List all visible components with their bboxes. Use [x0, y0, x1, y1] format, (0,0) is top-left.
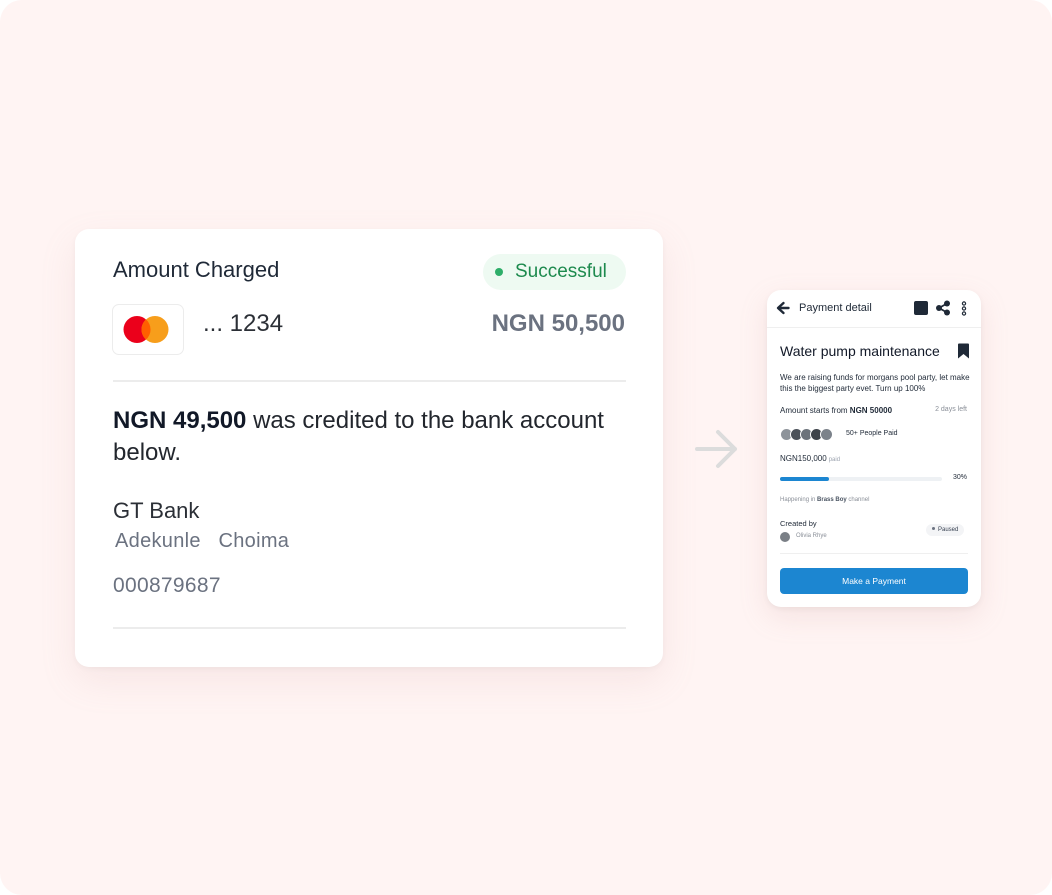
campaign-title: Water pump maintenance: [780, 343, 940, 359]
bookmark-icon[interactable]: [957, 343, 970, 359]
account-name: Adekunle Choima: [115, 530, 290, 552]
paused-status: Paused: [938, 527, 959, 533]
amount-starts-value: NGN 50000: [849, 406, 893, 415]
created-by-label: Created by: [780, 519, 817, 528]
account-number: 000879687: [113, 574, 221, 597]
people-paid: 50+ People Paid: [846, 430, 898, 437]
status-badge: Successful: [483, 254, 626, 290]
card-brand-box: [112, 304, 184, 355]
receipt-title: Amount Charged: [113, 257, 280, 282]
creator-avatar: [780, 532, 790, 542]
happening-channel: Happening in Brass Boy channel: [780, 497, 869, 503]
payment-detail-card: Payment detail Water pump maintenance We…: [767, 290, 981, 607]
payment-detail-header: Payment detail: [767, 290, 981, 328]
arrow-right-icon: [695, 430, 737, 468]
status-dot-icon: [932, 526, 935, 530]
receipt-card: Amount Charged Successful ... 1234 NGN 5…: [75, 229, 663, 667]
happening-suffix: channel: [846, 497, 870, 503]
bank-name: GT Bank: [113, 498, 200, 523]
amount-starts-label: Amount starts from: [780, 406, 850, 415]
channel-name[interactable]: Brass Boy: [817, 497, 847, 503]
more-vertical-icon[interactable]: [961, 301, 967, 316]
divider: [780, 553, 968, 554]
avatar-group: [780, 428, 840, 442]
status-text: Successful: [515, 261, 607, 282]
amount-raised: NGN150,000 paid: [780, 454, 840, 463]
progress-fill: [780, 477, 829, 481]
days-left: 2 days left: [935, 406, 967, 413]
make-payment-button[interactable]: Make a Payment: [780, 568, 968, 594]
amount-starts: Amount starts from NGN 50000: [780, 406, 892, 415]
credited-amount: NGN 49,500: [113, 407, 247, 434]
arrow-left-icon[interactable]: [776, 301, 790, 315]
progress-bar: [780, 477, 942, 481]
mastercard-logo-icon: [123, 316, 169, 343]
creator-name: Olivia Rhye: [796, 533, 827, 539]
card-last-digits: ... 1234: [203, 310, 284, 337]
avatar: [820, 428, 833, 441]
canvas-background: Amount Charged Successful ... 1234 NGN 5…: [0, 0, 1052, 895]
campaign-description: We are raising funds for morgans pool pa…: [780, 373, 970, 393]
share-icon[interactable]: [935, 300, 951, 316]
credit-message: NGN 49,500 was credited to the bank acco…: [113, 405, 613, 469]
status-badge: Paused: [926, 524, 965, 536]
progress-percent: 30%: [952, 474, 967, 481]
divider: [113, 627, 626, 629]
amount-raised-suffix: paid: [828, 457, 841, 463]
status-dot-icon: [495, 268, 503, 276]
happening-prefix: Happening in: [780, 497, 818, 503]
divider: [113, 380, 626, 382]
square-icon[interactable]: [914, 301, 928, 315]
header-title: Payment detail: [799, 302, 872, 314]
amount-raised-value: NGN150,000: [780, 454, 827, 463]
charged-amount: NGN 50,500: [491, 310, 625, 337]
